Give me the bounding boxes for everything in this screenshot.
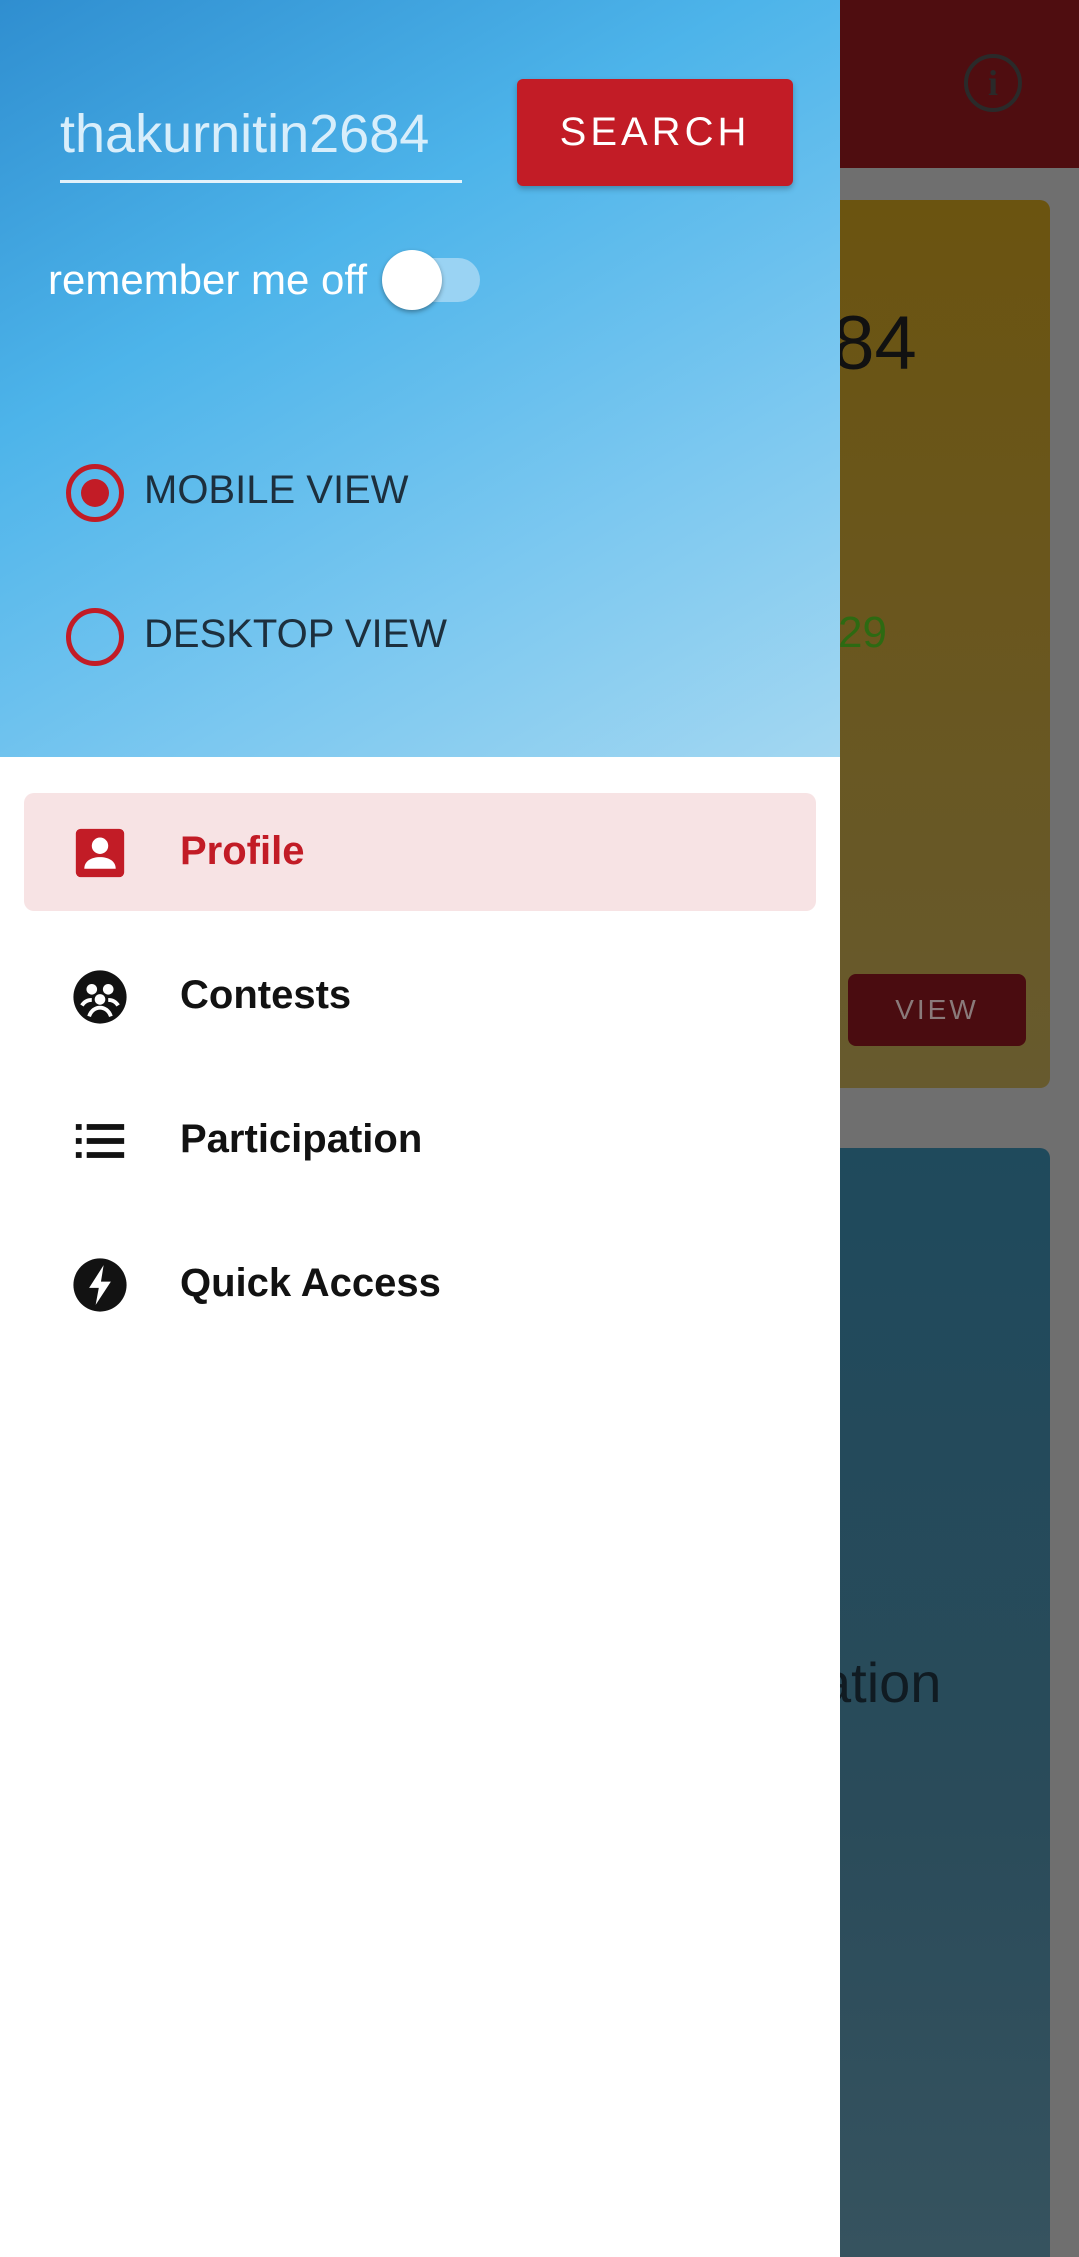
lightning-icon (73, 1258, 127, 1312)
menu-item-quick-access[interactable]: Quick Access (24, 1225, 816, 1343)
profile-icon (75, 828, 125, 878)
desktop-view-radio[interactable] (66, 608, 124, 666)
info-icon[interactable]: i (964, 54, 1022, 112)
menu-item-contests[interactable]: Contests (24, 937, 816, 1055)
username-search-input[interactable] (60, 88, 462, 183)
remember-me-label: remember me off (48, 256, 367, 303)
menu-label-contests: Contests (180, 973, 352, 1017)
radio-selected-dot (81, 479, 109, 507)
menu-label-profile: Profile (180, 829, 305, 873)
mobile-view-radio[interactable] (66, 464, 124, 522)
menu-item-profile[interactable]: Profile (24, 793, 816, 911)
menu-item-participation[interactable]: Participation (24, 1081, 816, 1199)
mobile-view-label[interactable]: MOBILE VIEW (144, 468, 409, 513)
drawer-header: SEARCH remember me off MOBILE VIEW DESKT… (0, 0, 840, 757)
desktop-view-label[interactable]: DESKTOP VIEW (144, 612, 447, 657)
card-subnumber: 29 (838, 608, 887, 657)
menu-label-quick-access: Quick Access (180, 1261, 441, 1305)
list-icon (75, 1124, 125, 1158)
menu-label-participation: Participation (180, 1117, 423, 1161)
remember-me-toggle-thumb[interactable] (382, 250, 442, 310)
navigation-drawer: SEARCH remember me off MOBILE VIEW DESKT… (0, 0, 840, 2257)
view-button[interactable]: VIEW (848, 974, 1026, 1046)
search-button[interactable]: SEARCH (517, 79, 793, 186)
contests-icon (73, 970, 127, 1024)
